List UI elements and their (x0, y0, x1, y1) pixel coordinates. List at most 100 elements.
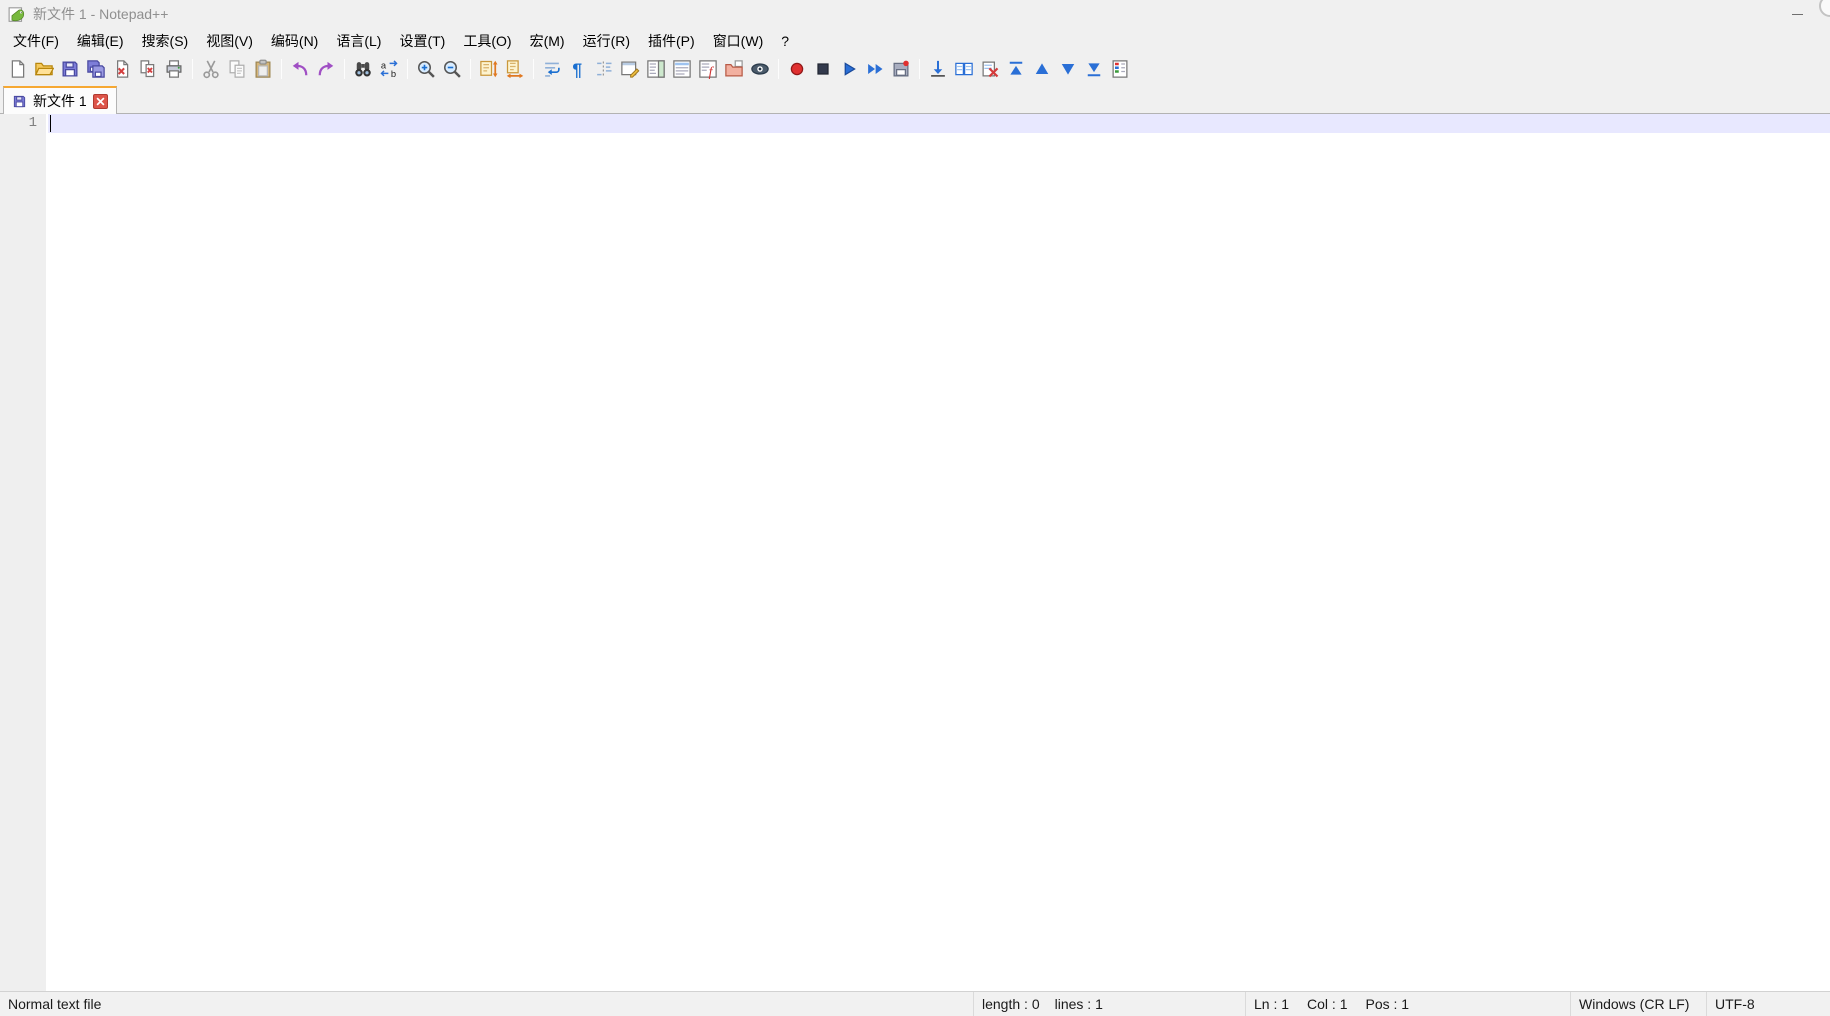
close-tab-button[interactable] (93, 94, 108, 109)
title-bar: 新文件 1 - Notepad++ (0, 0, 1830, 28)
cut-button[interactable] (198, 56, 224, 82)
zoom-out-button[interactable] (439, 56, 465, 82)
paste-icon (253, 59, 273, 79)
minimize-button[interactable] (1775, 0, 1819, 28)
save-all-button[interactable] (83, 56, 109, 82)
close-file-button[interactable] (109, 56, 135, 82)
record-macro-icon (787, 59, 807, 79)
sync-vertical-scroll-icon (479, 59, 499, 79)
save-file-button[interactable] (57, 56, 83, 82)
folder-as-workspace-button[interactable] (721, 56, 747, 82)
undo-button[interactable] (287, 56, 313, 82)
menu-settings[interactable]: 设置(T) (390, 28, 454, 54)
menu-view[interactable]: 视图(V) (197, 28, 262, 54)
playback-macro-button[interactable] (836, 56, 862, 82)
text-editor[interactable] (46, 114, 1830, 991)
stop-recording-icon (813, 59, 833, 79)
redo-button[interactable] (313, 56, 339, 82)
menu-search[interactable]: 搜索(S) (133, 28, 198, 54)
toolbar-separator (192, 59, 193, 79)
save-all-icon (86, 59, 106, 79)
close-tab-icon (96, 97, 105, 106)
show-all-characters-icon: ¶ (568, 59, 588, 79)
folder-as-workspace-icon (724, 59, 744, 79)
saved-floppy-icon (12, 94, 27, 109)
paste-button[interactable] (250, 56, 276, 82)
document-map-button[interactable] (643, 56, 669, 82)
menu-edit[interactable]: 编辑(E) (68, 28, 133, 54)
toolbar: ab ¶ f (0, 54, 1830, 84)
compare-navigation-bar-icon (1110, 59, 1130, 79)
sync-horizontal-scroll-icon (505, 59, 525, 79)
svg-text:a: a (381, 60, 387, 70)
save-recorded-macro-button[interactable] (888, 56, 914, 82)
run-macro-multiple-times-icon (865, 59, 885, 79)
run-macro-multiple-times-button[interactable] (862, 56, 888, 82)
document-map-icon (646, 59, 666, 79)
status-length-lines: length : 0 lines : 1 (973, 992, 1245, 1016)
show-indent-guide-button[interactable] (591, 56, 617, 82)
compare-navigation-bar-button[interactable] (1107, 56, 1133, 82)
menu-tools[interactable]: 工具(O) (454, 28, 520, 54)
document-list-button[interactable] (669, 56, 695, 82)
menu-macro[interactable]: 宏(M) (521, 28, 574, 54)
svg-text:¶: ¶ (572, 59, 582, 79)
partial-window-button[interactable] (1819, 0, 1830, 17)
tab-new-file-1[interactable]: 新文件 1 (3, 86, 117, 114)
compare-button[interactable] (951, 56, 977, 82)
new-file-button[interactable] (5, 56, 31, 82)
first-difference-button[interactable] (1003, 56, 1029, 82)
clear-compare-results-button[interactable] (977, 56, 1003, 82)
menu-encoding[interactable]: 编码(N) (262, 28, 327, 54)
set-first-to-compare-button[interactable] (925, 56, 951, 82)
copy-button[interactable] (224, 56, 250, 82)
replace-icon: ab (379, 59, 399, 79)
stop-recording-button[interactable] (810, 56, 836, 82)
open-file-button[interactable] (31, 56, 57, 82)
first-difference-icon (1006, 59, 1026, 79)
menu-file[interactable]: 文件(F) (4, 28, 68, 54)
menu-language[interactable]: 语言(L) (327, 28, 390, 54)
line-number-margin[interactable]: 1 (0, 114, 46, 991)
menu-run[interactable]: 运行(R) (574, 28, 639, 54)
new-file-icon (8, 59, 28, 79)
menu-help[interactable]: ? (772, 28, 798, 54)
find-button[interactable] (350, 56, 376, 82)
show-all-characters-button[interactable]: ¶ (565, 56, 591, 82)
toolbar-separator (919, 59, 920, 79)
status-eol-format: Windows (CR LF) (1570, 992, 1706, 1016)
close-all-files-button[interactable] (135, 56, 161, 82)
status-lines: lines : 1 (1055, 996, 1103, 1012)
print-button[interactable] (161, 56, 187, 82)
monitoring-button[interactable] (747, 56, 773, 82)
monitoring-eye-icon (750, 59, 770, 79)
record-macro-button[interactable] (784, 56, 810, 82)
define-your-language-button[interactable] (617, 56, 643, 82)
compare-icon (954, 59, 974, 79)
sync-vertical-scroll-button[interactable] (476, 56, 502, 82)
toolbar-separator (281, 59, 282, 79)
last-difference-button[interactable] (1081, 56, 1107, 82)
editor-pane: 1 (0, 114, 1830, 991)
tab-label: 新文件 1 (33, 91, 87, 111)
word-wrap-button[interactable] (539, 56, 565, 82)
close-file-icon (112, 59, 132, 79)
sync-horizontal-scroll-button[interactable] (502, 56, 528, 82)
toolbar-separator (533, 59, 534, 79)
notepad-plus-plus-logo-icon (8, 5, 26, 23)
window-title: 新文件 1 - Notepad++ (33, 4, 168, 24)
save-file-icon (60, 59, 80, 79)
menu-plugins[interactable]: 插件(P) (639, 28, 704, 54)
show-indent-guide-icon (594, 59, 614, 79)
replace-button[interactable]: ab (376, 56, 402, 82)
copy-icon (227, 59, 247, 79)
menu-bar: 文件(F) 编辑(E) 搜索(S) 视图(V) 编码(N) 语言(L) 设置(T… (0, 28, 1830, 54)
zoom-in-button[interactable] (413, 56, 439, 82)
function-list-button[interactable]: f (695, 56, 721, 82)
cut-icon (201, 59, 221, 79)
status-bar: Normal text file length : 0 lines : 1 Ln… (0, 991, 1830, 1016)
next-difference-button[interactable] (1055, 56, 1081, 82)
menu-window[interactable]: 窗口(W) (704, 28, 773, 54)
previous-difference-button[interactable] (1029, 56, 1055, 82)
close-all-files-icon (138, 59, 158, 79)
